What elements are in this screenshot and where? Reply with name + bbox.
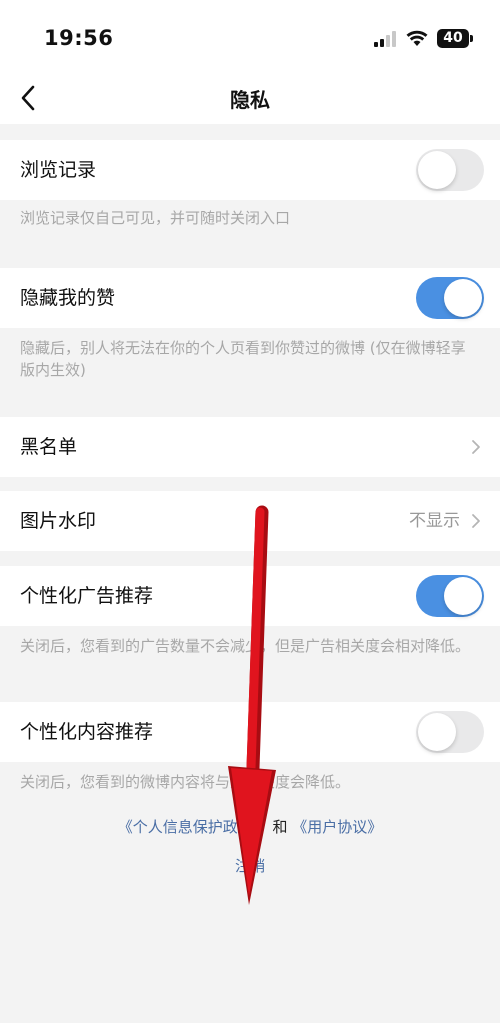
battery-tip <box>470 35 473 42</box>
toggle-knob <box>418 713 456 751</box>
setting-label: 隐藏我的赞 <box>20 287 116 309</box>
privacy-policy-link[interactable]: 《个人信息保护政策》 <box>118 818 268 836</box>
setting-label: 个性化内容推荐 <box>20 721 154 743</box>
setting-row-personalized-ads: 个性化广告推荐 <box>0 566 500 626</box>
setting-description: 关闭后，您看到的微博内容将与您相关度会降低。 <box>20 773 351 791</box>
battery-icon: 40 <box>437 29 469 48</box>
and-text: 和 <box>267 818 293 836</box>
cellular-signal-icon <box>374 31 400 47</box>
toggle-knob <box>444 279 482 317</box>
browsing-history-toggle[interactable] <box>416 149 484 191</box>
status-time: 19:56 <box>44 26 114 50</box>
setting-description: 关闭后，您看到的广告数量不会减少，但是广告相关度会相对降低。 <box>20 637 471 655</box>
watermark-value: 不显示 <box>409 511 460 531</box>
logout-link[interactable]: 注销 <box>0 855 500 876</box>
personalized-ads-toggle[interactable] <box>416 575 484 617</box>
personalized-content-toggle[interactable] <box>416 711 484 753</box>
page-title: 隐私 <box>230 88 270 112</box>
setting-row-blacklist[interactable]: 黑名单 <box>0 417 500 477</box>
setting-row-personalized-content: 个性化内容推荐 <box>0 702 500 762</box>
chevron-right-icon <box>472 514 480 528</box>
wifi-icon <box>406 30 428 46</box>
nav-bar: 隐私 <box>0 72 500 124</box>
toggle-knob <box>444 577 482 615</box>
setting-row-watermark[interactable]: 图片水印 不显示 <box>0 491 500 551</box>
chevron-right-icon <box>472 440 480 454</box>
setting-description: 浏览记录仅自己可见，并可随时关闭入口 <box>20 209 291 227</box>
setting-label: 浏览记录 <box>20 159 97 181</box>
toggle-knob <box>418 151 456 189</box>
setting-row-browsing-history: 浏览记录 <box>0 140 500 200</box>
policy-links: 《个人信息保护政策》 和 《用户协议》 <box>0 816 500 837</box>
setting-description: 隐藏后，别人将无法在你的个人页看到你赞过的微博 (仅在微博轻享版内生效) <box>20 339 466 379</box>
status-bar: 19:56 40 <box>0 0 500 72</box>
setting-row-hide-likes: 隐藏我的赞 <box>0 268 500 328</box>
user-agreement-link[interactable]: 《用户协议》 <box>292 818 382 836</box>
hide-likes-toggle[interactable] <box>416 277 484 319</box>
setting-label: 图片水印 <box>20 510 97 532</box>
setting-label: 个性化广告推荐 <box>20 585 154 607</box>
setting-label: 黑名单 <box>20 436 78 458</box>
